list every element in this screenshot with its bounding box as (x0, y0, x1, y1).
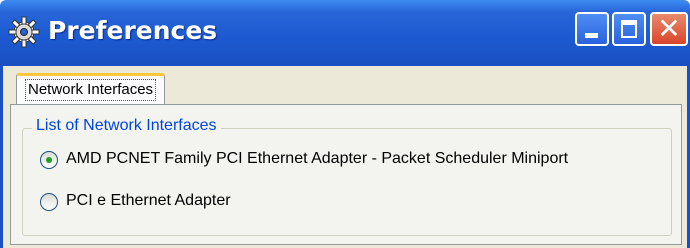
minimize-icon (585, 33, 598, 38)
network-interfaces-group (22, 128, 672, 236)
tab-network-interfaces[interactable]: Network Interfaces (16, 73, 166, 104)
gear-icon (8, 16, 40, 48)
radio-label[interactable]: AMD PCNET Family PCI Ethernet Adapter - … (66, 150, 568, 168)
radio-dot (46, 157, 52, 163)
radio-button-unchecked[interactable] (40, 193, 58, 211)
tab-label: Network Interfaces (25, 79, 157, 101)
window-title: Preferences (48, 16, 218, 45)
maximize-button[interactable] (612, 12, 646, 46)
radio-label[interactable]: PCI e Ethernet Adapter (66, 192, 231, 210)
minimize-button[interactable] (575, 12, 609, 46)
close-icon: ✕ (657, 12, 681, 45)
group-legend: List of Network Interfaces (32, 117, 221, 135)
close-button[interactable]: ✕ (650, 12, 688, 46)
title-bar[interactable]: Preferences ✕ (0, 0, 690, 66)
tab-strip: Network Interfaces (0, 66, 690, 104)
preferences-window: Preferences ✕ Network Interfaces List of… (0, 0, 690, 248)
radio-button-checked[interactable] (40, 151, 58, 169)
maximize-icon (621, 20, 637, 38)
